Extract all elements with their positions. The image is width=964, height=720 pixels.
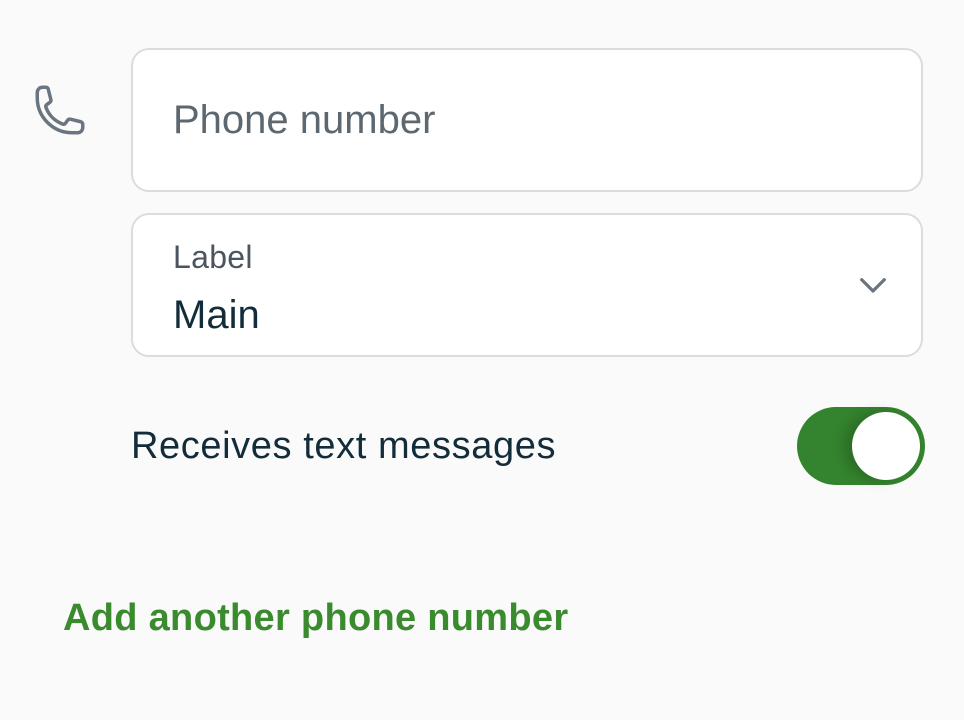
- text-messages-row: Receives text messages: [131, 405, 925, 487]
- phone-number-field[interactable]: [131, 48, 923, 192]
- add-phone-number-link[interactable]: Add another phone number: [63, 597, 568, 640]
- label-select-value: Main: [173, 293, 260, 337]
- text-messages-label: Receives text messages: [131, 425, 557, 467]
- phone-number-form: Label Main Receives text messages Add an…: [0, 0, 964, 720]
- label-select[interactable]: Label Main: [131, 213, 923, 357]
- chevron-down-icon: [855, 267, 891, 303]
- text-messages-toggle[interactable]: [797, 407, 925, 485]
- phone-icon: [32, 82, 88, 138]
- toggle-knob: [852, 412, 920, 480]
- phone-number-input[interactable]: [173, 50, 897, 190]
- label-select-caption: Label: [173, 239, 253, 275]
